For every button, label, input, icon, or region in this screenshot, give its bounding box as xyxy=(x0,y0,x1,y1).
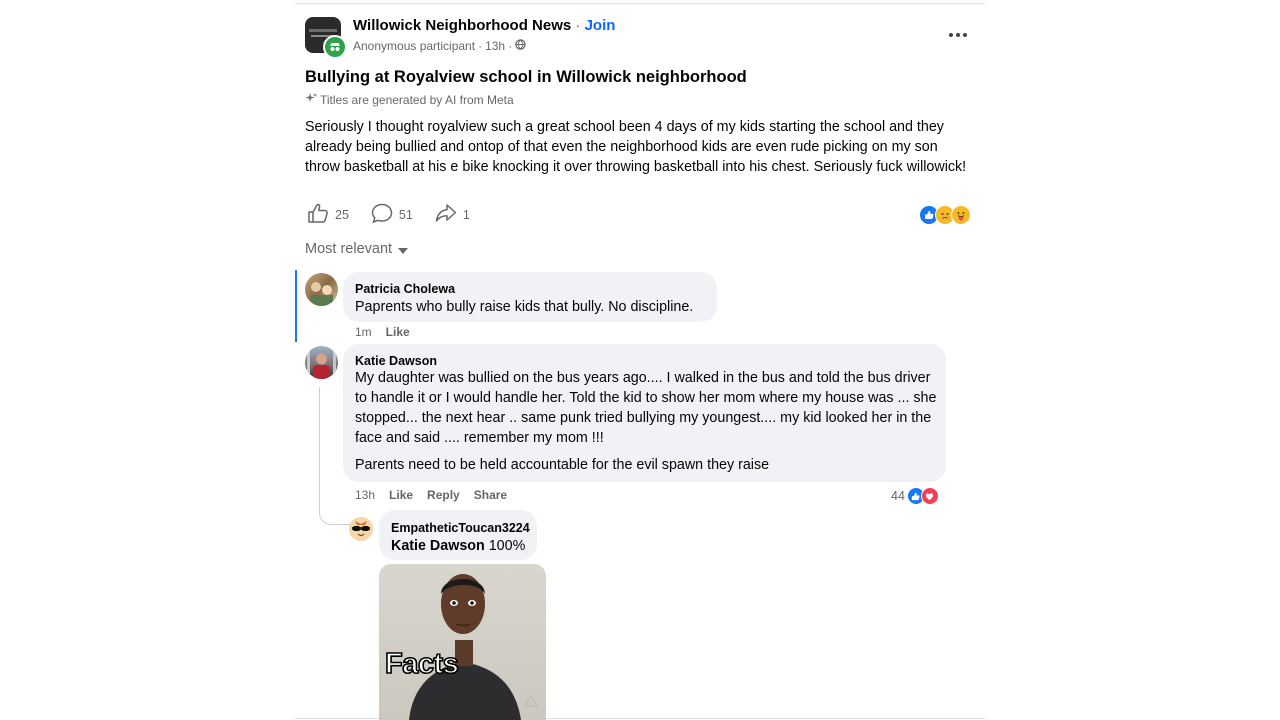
comment-share-button[interactable]: Share xyxy=(474,488,507,502)
care-icon xyxy=(951,205,971,225)
group-name-link[interactable]: Willowick Neighborhood News xyxy=(353,17,571,34)
comment-button[interactable]: 51 xyxy=(371,203,413,226)
dot-icon xyxy=(956,33,960,37)
comment-count: 51 xyxy=(398,207,413,222)
comment-like-button[interactable]: Like xyxy=(386,325,410,339)
author-label[interactable]: Anonymous participant xyxy=(353,39,475,53)
more-options-button[interactable] xyxy=(943,24,973,46)
meme-caption: Facts xyxy=(384,647,459,681)
ai-title-note: Titles are generated by AI from Meta xyxy=(305,92,514,107)
post-title: Bullying at Royalview school in Willowic… xyxy=(305,68,747,86)
new-comment-indicator xyxy=(295,270,297,342)
comment-author[interactable]: Patricia Cholewa xyxy=(355,282,455,296)
comment-sort-dropdown[interactable]: Most relevant xyxy=(305,241,409,257)
comment-actions: 1m Like xyxy=(355,325,410,339)
group-header: Willowick Neighborhood News · Join xyxy=(353,17,615,34)
share-icon xyxy=(435,203,457,226)
share-button[interactable]: 1 xyxy=(435,203,470,226)
avatar[interactable] xyxy=(305,273,338,306)
separator: · xyxy=(575,17,581,34)
comment-text: Paprents who bully raise kids that bully… xyxy=(355,299,694,315)
comment-bubble: Katie Dawson My daughter was bullied on … xyxy=(343,344,946,482)
avatar[interactable] xyxy=(305,346,338,379)
globe-icon xyxy=(515,39,526,53)
reply-text-content: 100% xyxy=(488,538,526,554)
comment-icon xyxy=(371,203,393,226)
comment-text-2: Parents need to be held accountable for … xyxy=(355,457,770,473)
comment-reply-button[interactable]: Reply xyxy=(427,488,460,502)
dot-icon xyxy=(949,33,953,37)
post-card: Willowick Neighborhood News · Join Anony… xyxy=(295,3,985,720)
dot-icon xyxy=(963,33,967,37)
comment-like-button[interactable]: Like xyxy=(389,488,413,502)
sort-label: Most relevant xyxy=(305,241,393,257)
anonymous-icon xyxy=(323,35,347,59)
reaction-count: 44 xyxy=(891,489,905,503)
reaction-summary[interactable] xyxy=(919,205,971,225)
separator: · xyxy=(478,39,483,53)
share-count: 1 xyxy=(462,207,470,222)
meme-image[interactable]: Facts xyxy=(379,564,546,720)
post-meta: Anonymous participant · 13h · xyxy=(353,39,526,53)
love-icon xyxy=(920,487,939,505)
comment-reactions[interactable]: 44 xyxy=(891,487,939,505)
join-button[interactable]: Join xyxy=(585,17,616,34)
post-time[interactable]: 13h xyxy=(485,39,505,53)
thumbs-up-icon xyxy=(307,203,329,226)
comment-text: My daughter was bullied on the bus years… xyxy=(355,370,937,446)
comment-actions: 13h Like Reply Share xyxy=(355,488,507,502)
comment-time[interactable]: 13h xyxy=(355,488,375,502)
comment-time[interactable]: 1m xyxy=(355,325,372,339)
reply-author[interactable]: EmpatheticToucan3224 xyxy=(391,521,530,535)
avatar[interactable] xyxy=(349,517,373,541)
separator: · xyxy=(508,39,513,53)
reply-text: Katie Dawson 100% xyxy=(391,536,525,556)
comment-bubble: Patricia Cholewa Paprents who bully rais… xyxy=(343,272,717,322)
chevron-down-icon xyxy=(398,247,409,254)
comment-author[interactable]: Katie Dawson xyxy=(355,354,437,368)
like-button[interactable]: 25 xyxy=(307,203,349,226)
post-actions: 25 51 1 xyxy=(307,203,492,226)
mention-link[interactable]: Katie Dawson xyxy=(391,538,485,554)
reply-bubble: EmpatheticToucan3224 Katie Dawson 100% xyxy=(379,510,537,560)
sparkle-icon xyxy=(305,92,317,107)
post-body: Seriously I thought royalview such a gre… xyxy=(305,119,967,175)
like-count: 25 xyxy=(335,207,349,222)
ai-note-text: Titles are generated by AI from Meta xyxy=(320,92,514,107)
